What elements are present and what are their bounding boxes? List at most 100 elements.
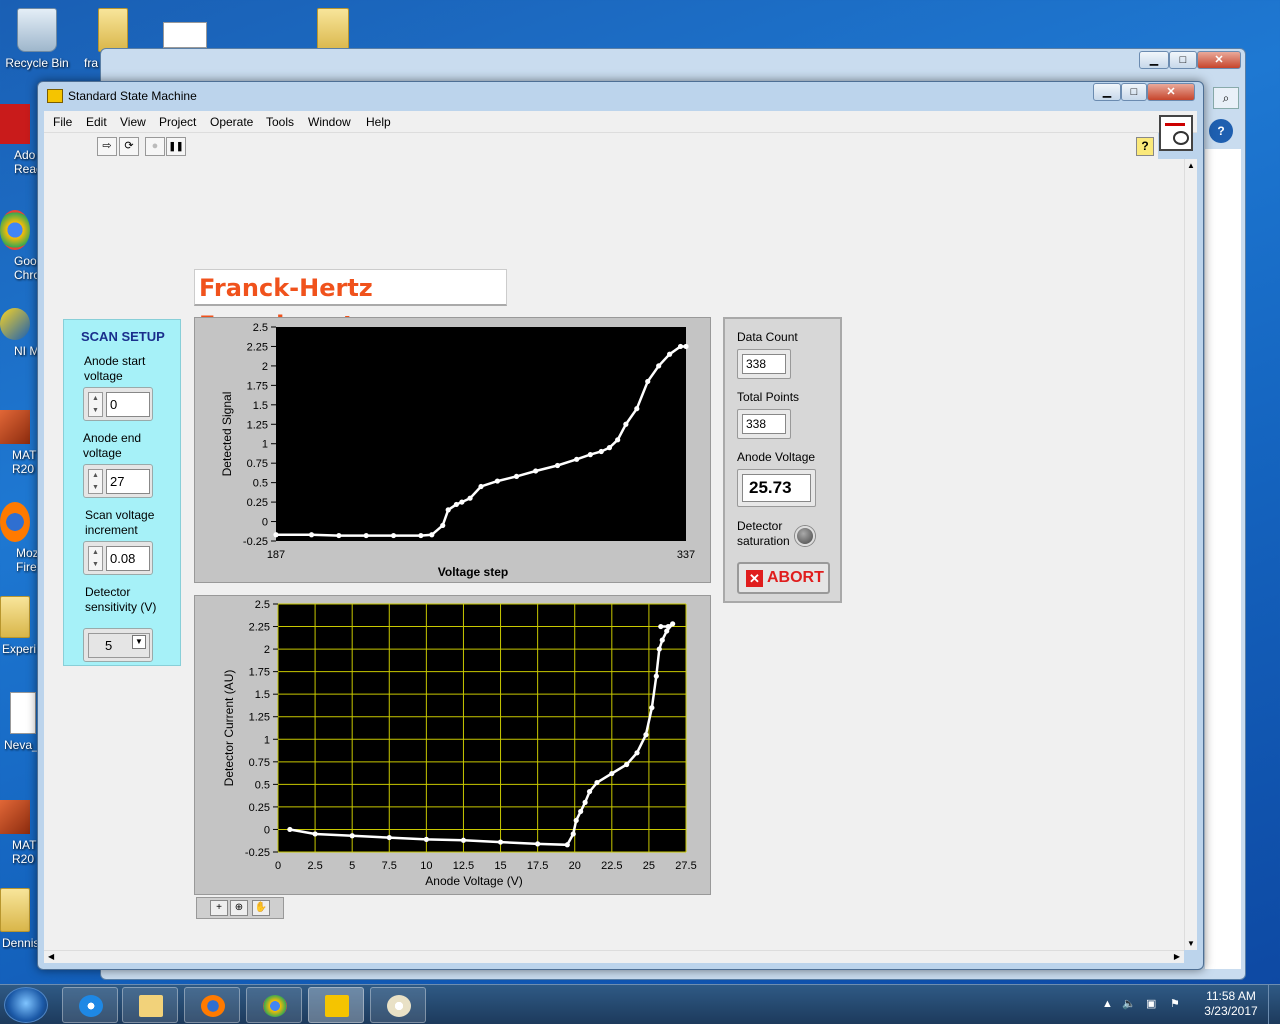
y-tick-label: 1.25 (247, 419, 268, 431)
page-title: Franck-Hertz Experiment (194, 269, 507, 339)
folder-icon (0, 888, 30, 932)
cursor-move-icon[interactable]: + (210, 900, 228, 916)
menu-operate[interactable]: Operate (210, 115, 253, 129)
scroll-left-icon[interactable]: ◀ (48, 952, 54, 961)
x-axis-label: Anode Voltage (V) (425, 874, 522, 888)
menu-help[interactable]: Help (366, 115, 391, 129)
y-tick-label: 2.25 (247, 341, 268, 353)
taskbar-ie[interactable] (62, 987, 118, 1023)
close-button[interactable]: ✕ (1147, 83, 1195, 101)
labview-window[interactable]: Standard State Machine ▁ □ ✕ File Edit V… (37, 81, 1204, 970)
menu-project[interactable]: Project (159, 115, 196, 129)
show-hidden-icons-icon[interactable]: ▲ (1102, 998, 1113, 1010)
taskbar-explorer[interactable] (122, 987, 178, 1023)
data-point (554, 462, 561, 469)
abort-execution-button[interactable]: ● (145, 137, 165, 156)
vertical-scrollbar[interactable]: ▲ ▼ (1184, 159, 1197, 950)
taskbar-paint[interactable] (370, 987, 426, 1023)
matlab-icon (0, 410, 30, 444)
desktop-shortcut-chrome[interactable]: Goo Chro (0, 210, 38, 282)
scroll-right-icon[interactable]: ▶ (1174, 952, 1180, 961)
scan-increment-control[interactable]: ▲ ▼ 0.08 (83, 541, 153, 575)
menu-tools[interactable]: Tools (266, 115, 294, 129)
maximize-button[interactable]: □ (1121, 83, 1147, 101)
taskbar-chrome[interactable] (246, 987, 302, 1023)
desktop-shortcut-matlab-2[interactable]: MAT R20 (0, 800, 38, 866)
anode-end-control[interactable]: ▲ ▼ 27 (83, 464, 153, 498)
y-axis-label: Detected Signal (220, 392, 234, 477)
vi-icon[interactable] (1159, 115, 1193, 151)
data-point (429, 532, 435, 538)
horizontal-scrollbar[interactable]: ◀ ▶ (44, 950, 1184, 963)
spinner-arrows-icon[interactable]: ▲ ▼ (88, 392, 103, 417)
abort-button[interactable]: ✕ ABORT (737, 562, 830, 594)
scroll-up-icon[interactable]: ▲ (1187, 161, 1195, 170)
scan-increment-field[interactable]: 0.08 (106, 546, 150, 571)
chevron-down-icon[interactable]: ▼ (132, 635, 146, 649)
data-point (609, 770, 615, 777)
anode-start-control[interactable]: ▲ ▼ 0 (83, 387, 153, 421)
data-point (645, 378, 651, 385)
desktop-shortcut-dennis-folder[interactable]: Dennis (0, 888, 38, 950)
scan-setup-cluster: SCAN SETUP Anode start voltage ▲ ▼ 0 Anod… (63, 319, 181, 666)
context-help-button[interactable]: ? (1136, 137, 1154, 156)
anode-end-label: Anode end voltage (83, 431, 142, 460)
data-point (467, 495, 473, 501)
desktop-shortcut-document[interactable]: Neva_ (0, 692, 38, 752)
desktop-shortcut-ni-max[interactable]: NI M (0, 308, 38, 358)
x-tick-label: 12.5 (453, 860, 474, 872)
file-explorer-icon (139, 995, 163, 1017)
anode-end-field[interactable]: 27 (106, 469, 150, 494)
title-bar[interactable]: Standard State Machine ▁ □ ✕ (38, 82, 1203, 112)
y-tick-label: 0.75 (247, 458, 268, 470)
firefox-icon (0, 502, 30, 542)
minimize-button[interactable]: ▁ (1093, 83, 1121, 101)
anode-start-field[interactable]: 0 (106, 392, 150, 417)
data-point (656, 363, 662, 369)
taskbar-firefox[interactable] (184, 987, 240, 1023)
desktop-shortcut-firefox[interactable]: Moz Fire (0, 502, 38, 574)
menu-window[interactable]: Window (308, 115, 351, 129)
start-button[interactable] (4, 987, 48, 1023)
data-point (683, 343, 689, 350)
clock[interactable]: 11:58 AM 3/23/2017 (1196, 989, 1266, 1019)
window-title: Standard State Machine (68, 89, 197, 103)
volume-icon[interactable]: 🔈 (1122, 997, 1136, 1010)
search-icon[interactable]: ⌕ (1213, 87, 1239, 109)
menu-edit[interactable]: Edit (86, 115, 107, 129)
menu-view[interactable]: View (120, 115, 146, 129)
pan-hand-icon[interactable]: ✋ (252, 900, 270, 916)
spinner-arrows-icon[interactable]: ▲ ▼ (88, 469, 103, 494)
desktop-shortcut-experiment-folder[interactable]: Experi (0, 596, 38, 656)
detected-signal-chart-svg: 2.5 2.25 2 1.75 1.5 1.25 1 0.75 0.5 0.25 0 -0.25187… (220, 322, 695, 579)
show-desktop-button[interactable] (1268, 985, 1280, 1024)
action-center-flag-icon[interactable]: ⚑ (1170, 997, 1180, 1010)
run-continuously-button[interactable]: ⟳ (119, 137, 139, 156)
network-icon[interactable]: ▣ (1146, 997, 1156, 1010)
data-point (390, 532, 397, 539)
data-point (615, 437, 621, 443)
y-tick-label: -0.25 (243, 536, 268, 548)
scroll-down-icon[interactable]: ▼ (1187, 939, 1195, 948)
close-button[interactable]: ✕ (1197, 51, 1241, 69)
menu-file[interactable]: File (53, 115, 72, 129)
x-tick-label: 25 (643, 860, 655, 872)
close-icon: ✕ (746, 570, 763, 587)
desktop-shortcut-adobe-reader[interactable]: Ado Read (0, 104, 38, 176)
minimize-button[interactable]: ▁ (1139, 51, 1169, 69)
y-tick-label: 1 (264, 734, 270, 746)
taskbar-labview[interactable] (308, 987, 364, 1023)
run-button[interactable]: ⇨ (97, 137, 117, 156)
maximize-button[interactable]: □ (1169, 51, 1197, 69)
data-point (656, 646, 662, 652)
pause-button[interactable]: ❚❚ (166, 137, 186, 156)
zoom-icon[interactable]: ⊕ (230, 900, 248, 916)
vi-icon-loop (1173, 131, 1189, 145)
help-icon[interactable]: ? (1209, 119, 1233, 143)
sensitivity-ring[interactable]: 5 ▼ (83, 628, 153, 662)
desktop-icon-recycle-bin[interactable]: Recycle Bin (0, 8, 74, 70)
desktop-shortcut-matlab[interactable]: MAT R20 (0, 410, 38, 476)
indicator-cluster: Data Count 338 Total Points 338 Anode Vo… (723, 317, 842, 603)
spinner-arrows-icon[interactable]: ▲ ▼ (88, 546, 103, 571)
data-point (587, 452, 593, 458)
